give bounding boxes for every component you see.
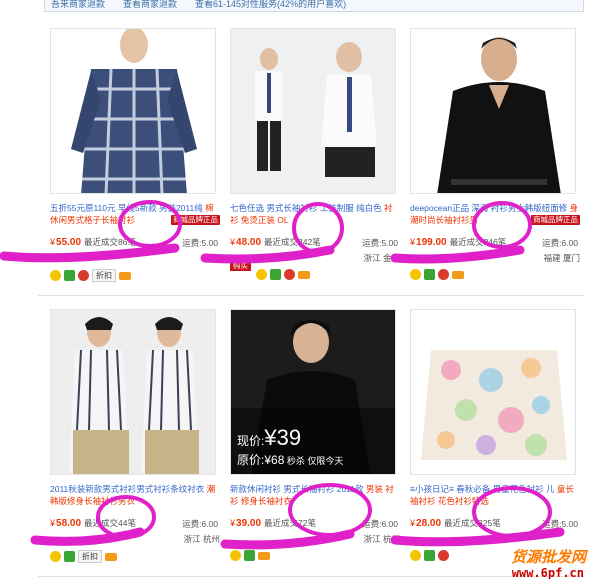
seven-day-return-icon[interactable] xyxy=(64,270,75,281)
product-image[interactable] xyxy=(410,28,576,194)
service-icons: 折扣 xyxy=(50,550,117,563)
sales-count: 最近成交246笔 xyxy=(449,237,507,247)
watermark-url: www.6pf.cn xyxy=(511,566,584,579)
price-overlay: 现价:¥39 原价:¥68 秒杀 仅限今天 xyxy=(237,425,344,467)
guarantee-icon[interactable] xyxy=(50,551,61,562)
seven-day-return-icon[interactable] xyxy=(270,269,281,280)
shipping-fee: 运费:5.00 xyxy=(182,238,218,248)
promo-tag: 购买 xyxy=(230,260,251,271)
card-payment-icon[interactable] xyxy=(119,271,131,280)
location: 浙江 杭州 xyxy=(183,534,220,544)
price: 199.00 xyxy=(416,237,447,248)
product-card[interactable]: 2011秋装新款男式衬衫男式衬衫条纹衬衣 潮韩版修身长袖衬衫男衣 ¥58.00 最… xyxy=(50,309,226,579)
shipping-fee: 运费:5.00 xyxy=(362,238,398,248)
mall-badge: 商城品牌正品 xyxy=(531,215,580,225)
filter-link-1[interactable]: 吾来商家退款 xyxy=(51,0,105,10)
card-payment-icon[interactable] xyxy=(452,270,464,279)
location: 上海 xyxy=(202,253,220,263)
price: 55.00 xyxy=(56,237,82,248)
shipping-fee: 运费:6.00 xyxy=(542,238,578,248)
filter-link-3[interactable]: 查看61-145对性服务(42%的用户喜欢) xyxy=(195,0,346,10)
product-title[interactable]: 七色任选 男式长袖衬衫 工装制服 纯白色 衬衫 免烫正装 OL xyxy=(230,202,400,228)
sales-count: 最近成交325笔 xyxy=(444,518,501,528)
price: 58.00 xyxy=(56,518,82,529)
discount-button[interactable]: 折扣 xyxy=(78,550,102,563)
product-image[interactable] xyxy=(230,28,396,194)
price-line: ¥55.00 最近成交86笔 xyxy=(50,237,137,248)
mall-badge: 商城品牌正品 xyxy=(171,215,220,225)
service-icons xyxy=(410,550,449,561)
price-line: ¥48.00 最近成交242笔 xyxy=(230,237,321,248)
product-card[interactable]: 七色任选 男式长袖衬衫 工装制服 纯白色 衬衫 免烫正装 OL ¥48.00 最近… xyxy=(230,28,406,308)
price-line: ¥199.00 最近成交246笔 xyxy=(410,237,507,248)
price-line: ¥39.00 最近成交72笔 xyxy=(230,518,317,529)
service-icons xyxy=(410,269,464,280)
product-card[interactable]: deepocean正品 深海 衬衫男士韩版纽面修 身 潮时尚长袖衬衫男 商城品牌… xyxy=(410,28,586,308)
price: 28.00 xyxy=(416,518,442,529)
sales-count: 最近成交72笔 xyxy=(264,518,317,528)
product-image[interactable] xyxy=(410,309,576,475)
seven-day-return-icon[interactable] xyxy=(244,550,255,561)
price: 48.00 xyxy=(236,237,262,248)
product-title[interactable]: 2011秋装新款男式衬衫男式衬衫条纹衬衣 潮韩版修身长袖衬衫男衣 xyxy=(50,483,220,509)
price-line: ¥28.00 最近成交325笔 xyxy=(410,518,501,529)
filter-link-2[interactable]: 查看商家退款 xyxy=(123,0,177,10)
filter-bar: 吾来商家退款 查看商家退款 查看61-145对性服务(42%的用户喜欢) xyxy=(44,0,584,12)
card-payment-icon[interactable] xyxy=(258,551,270,560)
discount-button[interactable]: 折扣 xyxy=(92,269,116,282)
location: 浙江 金华 xyxy=(363,253,400,263)
location: 浙江 杭州 xyxy=(363,534,400,544)
product-title[interactable]: 新款休闲衬衫 男式长袖衬衫 2011款 男装 衬衫 修身长袖衬衣 xyxy=(230,483,400,509)
product-card[interactable]: 现价:¥39 原价:¥68 秒杀 仅限今天 新款休闲衬衫 男式长袖衬衫 2011… xyxy=(230,309,406,579)
watermark-logo: 货源批发网 xyxy=(510,549,586,566)
shipping-fee: 运费:5.00 xyxy=(542,519,578,529)
credit-icon[interactable] xyxy=(284,269,295,280)
credit-icon[interactable] xyxy=(78,270,89,281)
sales-count: 最近成交242笔 xyxy=(264,237,321,247)
sales-count: 最近成交86笔 xyxy=(84,237,137,247)
service-icons: 折扣 xyxy=(50,269,131,282)
card-payment-icon[interactable] xyxy=(105,552,117,561)
price-line: ¥58.00 最近成交44笔 xyxy=(50,518,137,529)
price: 39.00 xyxy=(236,518,262,529)
product-card[interactable]: ≡小孩日记≡ 春秋必备 男童花色衬衫 儿 童长袖衬衫 花色衬衫特选 ¥28.00… xyxy=(410,309,586,579)
product-title[interactable]: ≡小孩日记≡ 春秋必备 男童花色衬衫 儿 童长袖衬衫 花色衬衫特选 xyxy=(410,483,580,509)
product-image[interactable]: 现价:¥39 原价:¥68 秒杀 仅限今天 xyxy=(230,309,396,475)
card-payment-icon[interactable] xyxy=(298,270,310,279)
product-image[interactable] xyxy=(50,309,216,475)
guarantee-icon[interactable] xyxy=(50,270,61,281)
seven-day-return-icon[interactable] xyxy=(424,550,435,561)
location: 福建 厦门 xyxy=(543,253,580,263)
guarantee-icon[interactable] xyxy=(230,550,241,561)
service-icons xyxy=(230,550,270,561)
seven-day-return-icon[interactable] xyxy=(424,269,435,280)
credit-icon[interactable] xyxy=(438,550,449,561)
credit-icon[interactable] xyxy=(438,269,449,280)
shipping-fee: 运费:6.00 xyxy=(362,519,398,529)
guarantee-icon[interactable] xyxy=(410,269,421,280)
sales-count: 最近成交44笔 xyxy=(84,518,137,528)
guarantee-icon[interactable] xyxy=(256,269,267,280)
guarantee-icon[interactable] xyxy=(410,550,421,561)
product-image[interactable] xyxy=(50,28,216,194)
seven-day-return-icon[interactable] xyxy=(64,551,75,562)
service-icons xyxy=(256,269,310,280)
shipping-fee: 运费:6.00 xyxy=(182,519,218,529)
product-card[interactable]: 五折55元原110元 早线5新款 男装2011纯 棉休闲男式格子长袖衬衫 商城品… xyxy=(50,28,226,308)
